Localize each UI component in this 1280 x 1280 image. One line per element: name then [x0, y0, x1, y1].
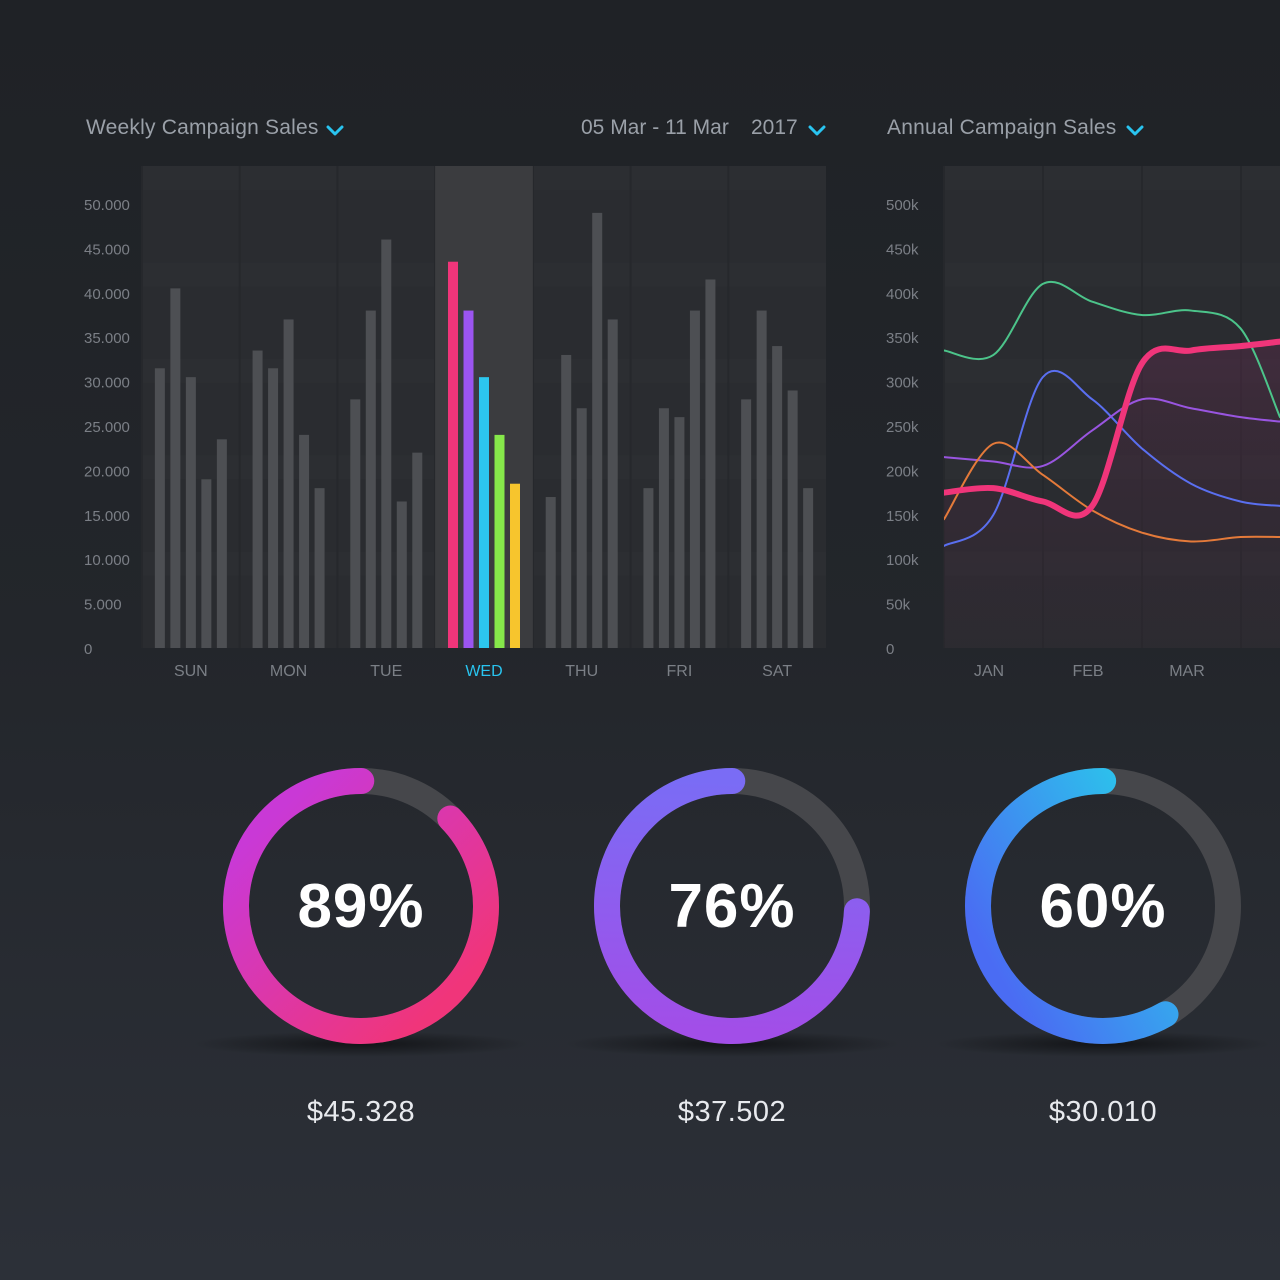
annual-y-tick-label: 450k — [886, 241, 919, 258]
donut-amount-label: $30.010 — [1048, 1096, 1158, 1128]
annual-y-tick-label: 100k — [886, 552, 919, 569]
weekly-bar[interactable] — [412, 452, 423, 648]
annual-y-tick-label: 50k — [886, 597, 911, 614]
annual-x-tick-label: FEB — [1072, 663, 1103, 680]
weekly-bar[interactable] — [658, 408, 669, 648]
weekly-bar[interactable] — [741, 399, 752, 648]
donut-amount-label: $45.328 — [306, 1096, 416, 1128]
annual-y-tick-label: 400k — [886, 286, 919, 303]
annual-y-tick-label: 200k — [886, 463, 919, 480]
weekly-bar-chart: 0 5.000 10.000 15.000 20.000 25.000 30.000 35.0… — [84, 166, 826, 680]
weekly-bar[interactable] — [252, 350, 263, 648]
annual-y-tick-label: 250k — [886, 419, 919, 436]
weekly-y-tick-label: 20.000 — [84, 463, 130, 480]
weekly-y-tick-label: 10.000 — [84, 552, 130, 569]
donut-progress[interactable]: 89% — [211, 756, 511, 1056]
weekly-bar[interactable] — [576, 408, 587, 648]
weekly-x-tick-label[interactable]: FRI — [667, 663, 693, 680]
weekly-x-tick-label[interactable]: MON — [270, 663, 307, 680]
donut-progress[interactable]: 76% — [582, 756, 882, 1056]
weekly-bar[interactable] — [674, 417, 685, 648]
donut-percent-label: 89% — [297, 871, 425, 941]
annual-y-tick-label: 150k — [886, 508, 919, 525]
annual-y-tick-label: 500k — [886, 197, 919, 214]
weekly-x-tick-label[interactable]: THU — [565, 663, 598, 680]
weekly-bar[interactable] — [314, 488, 325, 648]
weekly-bar[interactable] — [170, 288, 181, 648]
weekly-bar[interactable] — [545, 497, 556, 648]
weekly-bar[interactable] — [350, 399, 361, 648]
weekly-bar[interactable] — [756, 310, 767, 648]
weekly-bar[interactable] — [463, 310, 474, 648]
charts-canvas: 0 5.000 10.000 15.000 20.000 25.000 30.000 35.0… — [84, 166, 1280, 680]
weekly-x-tick-label[interactable]: WED — [465, 663, 502, 680]
donut-percent-label: 60% — [1039, 871, 1167, 941]
weekly-x-tick-label[interactable]: SAT — [762, 663, 792, 680]
annual-y-tick-label: 300k — [886, 375, 919, 392]
weekly-bar[interactable] — [381, 239, 392, 648]
donut-percent-label: 76% — [668, 871, 796, 941]
weekly-bar[interactable] — [448, 261, 458, 648]
annual-x-tick-label: MAR — [1169, 663, 1205, 680]
weekly-bar[interactable] — [396, 501, 407, 648]
weekly-bar[interactable] — [299, 434, 310, 648]
weekly-bar[interactable] — [365, 310, 376, 648]
weekly-x-tick-label[interactable]: TUE — [370, 663, 402, 680]
annual-grid-band — [944, 262, 1280, 287]
weekly-bar[interactable] — [772, 346, 783, 648]
weekly-bar[interactable] — [510, 483, 520, 648]
weekly-bar[interactable] — [689, 310, 700, 648]
weekly-y-tick-label: 0 — [84, 641, 92, 658]
weekly-y-tick-label: 25.000 — [84, 419, 130, 436]
weekly-bar[interactable] — [494, 434, 505, 648]
weekly-y-tick-label: 35.000 — [84, 330, 130, 347]
weekly-bar[interactable] — [643, 488, 654, 648]
weekly-bar[interactable] — [268, 368, 279, 648]
weekly-x-tick-label[interactable]: SUN — [174, 663, 208, 680]
donut-amount-label: $37.502 — [677, 1096, 787, 1128]
weekly-y-tick-label: 40.000 — [84, 286, 130, 303]
weekly-y-tick-label: 5.000 — [84, 597, 122, 614]
annual-y-tick-label: 0 — [886, 641, 894, 658]
weekly-bar[interactable] — [705, 279, 716, 648]
weekly-bar[interactable] — [561, 354, 572, 648]
weekly-bar[interactable] — [479, 377, 489, 648]
annual-grid-band — [944, 166, 1280, 191]
weekly-bar[interactable] — [592, 212, 603, 648]
annual-y-tick-label: 350k — [886, 330, 919, 347]
donut-progress[interactable]: 60% — [953, 756, 1253, 1056]
weekly-y-tick-label: 30.000 — [84, 375, 130, 392]
weekly-y-tick-label: 15.000 — [84, 508, 130, 525]
weekly-bar[interactable] — [216, 439, 227, 648]
weekly-bar[interactable] — [787, 390, 798, 648]
weekly-bar[interactable] — [201, 479, 212, 648]
weekly-bar[interactable] — [154, 368, 165, 648]
annual-x-tick-label: JAN — [974, 663, 1004, 680]
weekly-bar[interactable] — [607, 319, 618, 648]
weekly-y-tick-label: 50.000 — [84, 197, 130, 214]
weekly-bar[interactable] — [803, 488, 814, 648]
weekly-bar[interactable] — [283, 319, 294, 648]
weekly-bar[interactable] — [185, 377, 196, 648]
annual-line-chart: 0 50k 100k 150k 200k 250k 300k 350k 400k 450k 500k… — [886, 166, 1280, 680]
weekly-y-tick-label: 45.000 — [84, 241, 130, 258]
